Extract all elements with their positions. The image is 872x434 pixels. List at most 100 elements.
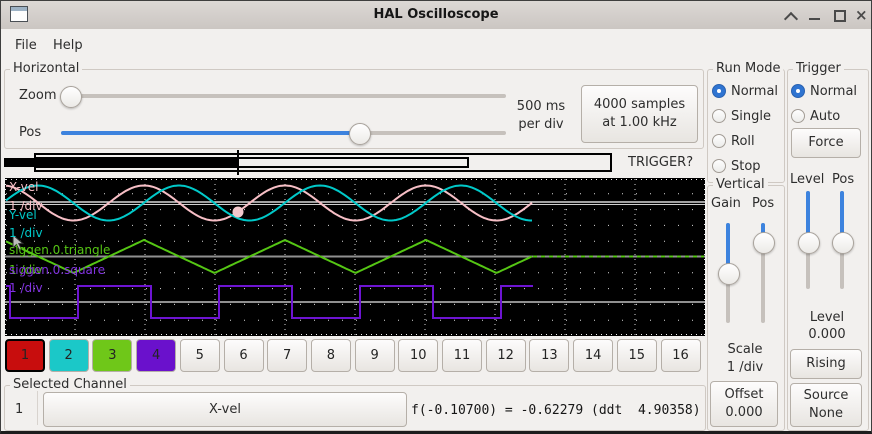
selected-channel-number: 1 (15, 402, 23, 417)
titlebar: HAL Oscilloscope × (1, 1, 871, 30)
vertical-pos-slider[interactable] (753, 223, 773, 323)
radio-label: Roll (731, 134, 755, 149)
radio-option-normal[interactable]: Normal (791, 79, 857, 103)
channel-button-5[interactable]: 5 (180, 339, 220, 372)
radio-icon[interactable] (791, 109, 805, 123)
scope-channel-scale: 1 /div (9, 227, 43, 240)
scope-channel-name: siggen.0.triangle (9, 244, 110, 257)
channel-button-7[interactable]: 7 (267, 339, 307, 372)
radio-icon[interactable] (712, 109, 726, 123)
rate-line1: 500 ms (509, 98, 573, 116)
channel-button-16[interactable]: 16 (661, 339, 701, 372)
vertical-legend: Vertical (713, 177, 768, 192)
trigger-edge-button[interactable]: Rising (790, 349, 862, 379)
trigger-position-marker (237, 150, 239, 175)
shade-button[interactable] (781, 5, 801, 25)
menu-file[interactable]: File (11, 36, 41, 55)
channel-button-1[interactable]: 1 (5, 339, 45, 372)
trigger-legend: Trigger (793, 61, 844, 76)
force-button[interactable]: Force (791, 128, 861, 158)
close-icon: × (855, 6, 868, 24)
maximize-button[interactable] (829, 5, 849, 25)
radio-label: Stop (731, 159, 761, 174)
channel-button-3[interactable]: 3 (92, 339, 132, 372)
trigger-pos-handle[interactable] (832, 232, 854, 254)
scale-readout: Scale 1 /div (707, 341, 783, 377)
offset-value: 0.000 (725, 404, 762, 422)
offset-label: Offset (724, 386, 763, 404)
close-button[interactable]: × (852, 5, 872, 25)
menu-help[interactable]: Help (49, 36, 87, 55)
trigger-point-marker (233, 207, 244, 218)
trigger-status-label: TRIGGER? (628, 155, 693, 170)
run-mode-legend: Run Mode (713, 61, 783, 76)
scope-channel-name: Y-vel (9, 209, 37, 222)
scope-channel-name: X-vel (9, 181, 38, 194)
radio-option-stop[interactable]: Stop (712, 154, 761, 178)
trigger-pos-label: Pos (832, 172, 854, 187)
hal-oscilloscope-window: HAL Oscilloscope × File Help Horizontal … (0, 0, 872, 434)
channel-button-15[interactable]: 15 (617, 339, 657, 372)
selected-channel-divider (37, 391, 38, 425)
channel-button-14[interactable]: 14 (573, 339, 613, 372)
samples-line2: at 1.00 kHz (602, 114, 676, 132)
channel-value-readout: f(-0.10700) = -0.62279 (ddt 4.90358) (411, 403, 701, 418)
vertical-pos-handle[interactable] (753, 232, 775, 254)
radio-icon[interactable] (712, 159, 726, 173)
trigger-level-readout: Level 0.000 (787, 309, 867, 343)
radio-option-normal[interactable]: Normal (712, 79, 778, 103)
scale-value: 1 /div (707, 359, 783, 377)
source-value: None (809, 405, 843, 423)
offset-button[interactable]: Offset 0.000 (710, 381, 778, 427)
radio-label: Normal (810, 84, 857, 99)
pos-slider-fill (61, 131, 359, 135)
record-length-button[interactable]: 4000 samples at 1.00 kHz (581, 85, 698, 143)
maximize-icon (834, 10, 846, 22)
radio-icon[interactable] (712, 134, 726, 148)
channel-button-2[interactable]: 2 (49, 339, 89, 372)
zoom-slider-handle[interactable] (60, 86, 82, 108)
gain-slider-handle[interactable] (718, 263, 740, 285)
radio-label: Normal (731, 84, 778, 99)
radio-icon[interactable] (712, 84, 726, 98)
channel-button-9[interactable]: 9 (355, 339, 395, 372)
scope-channel-name: siggen.0.square (9, 264, 105, 277)
radio-option-roll[interactable]: Roll (712, 129, 755, 153)
trigger-pos-slider[interactable] (832, 191, 852, 289)
radio-label: Auto (810, 109, 840, 124)
menubar: File Help (1, 29, 871, 59)
rate-line2: per div (509, 116, 573, 134)
zoom-slider[interactable] (61, 86, 506, 106)
radio-icon[interactable] (791, 84, 805, 98)
channel-button-6[interactable]: 6 (224, 339, 264, 372)
trigger-level-slider[interactable] (798, 191, 818, 289)
selected-channel-legend: Selected Channel (10, 377, 130, 392)
source-label: Source (804, 387, 849, 405)
record-filled-bar (4, 158, 238, 167)
channel-button-10[interactable]: 10 (398, 339, 438, 372)
trigger-level-label: Level (790, 172, 824, 187)
channel-button-8[interactable]: 8 (311, 339, 351, 372)
pos-slider-handle[interactable] (349, 123, 371, 145)
samples-line1: 4000 samples (594, 96, 685, 114)
scope-canvas (5, 178, 705, 336)
trigger-source-button[interactable]: Source None (790, 383, 862, 427)
channel-button-4[interactable]: 4 (136, 339, 176, 372)
zoom-label: Zoom (19, 88, 56, 103)
radio-option-auto[interactable]: Auto (791, 104, 840, 128)
shade-icon (784, 12, 798, 26)
minimize-button[interactable] (805, 5, 825, 25)
gain-label: Gain (711, 196, 741, 211)
trigger-level-handle[interactable] (798, 232, 820, 254)
window-title: HAL Oscilloscope (1, 7, 871, 22)
sample-rate-readout: 500 ms per div (509, 98, 573, 134)
horizontal-pos-slider[interactable] (61, 123, 506, 143)
channel-source-button[interactable]: X-vel (43, 392, 407, 427)
channel-button-12[interactable]: 12 (486, 339, 526, 372)
level-readout-label: Level (787, 309, 867, 326)
level-readout-value: 0.000 (787, 326, 867, 343)
channel-button-11[interactable]: 11 (442, 339, 482, 372)
gain-slider[interactable] (718, 223, 738, 323)
channel-button-13[interactable]: 13 (529, 339, 569, 372)
radio-option-single[interactable]: Single (712, 104, 771, 128)
